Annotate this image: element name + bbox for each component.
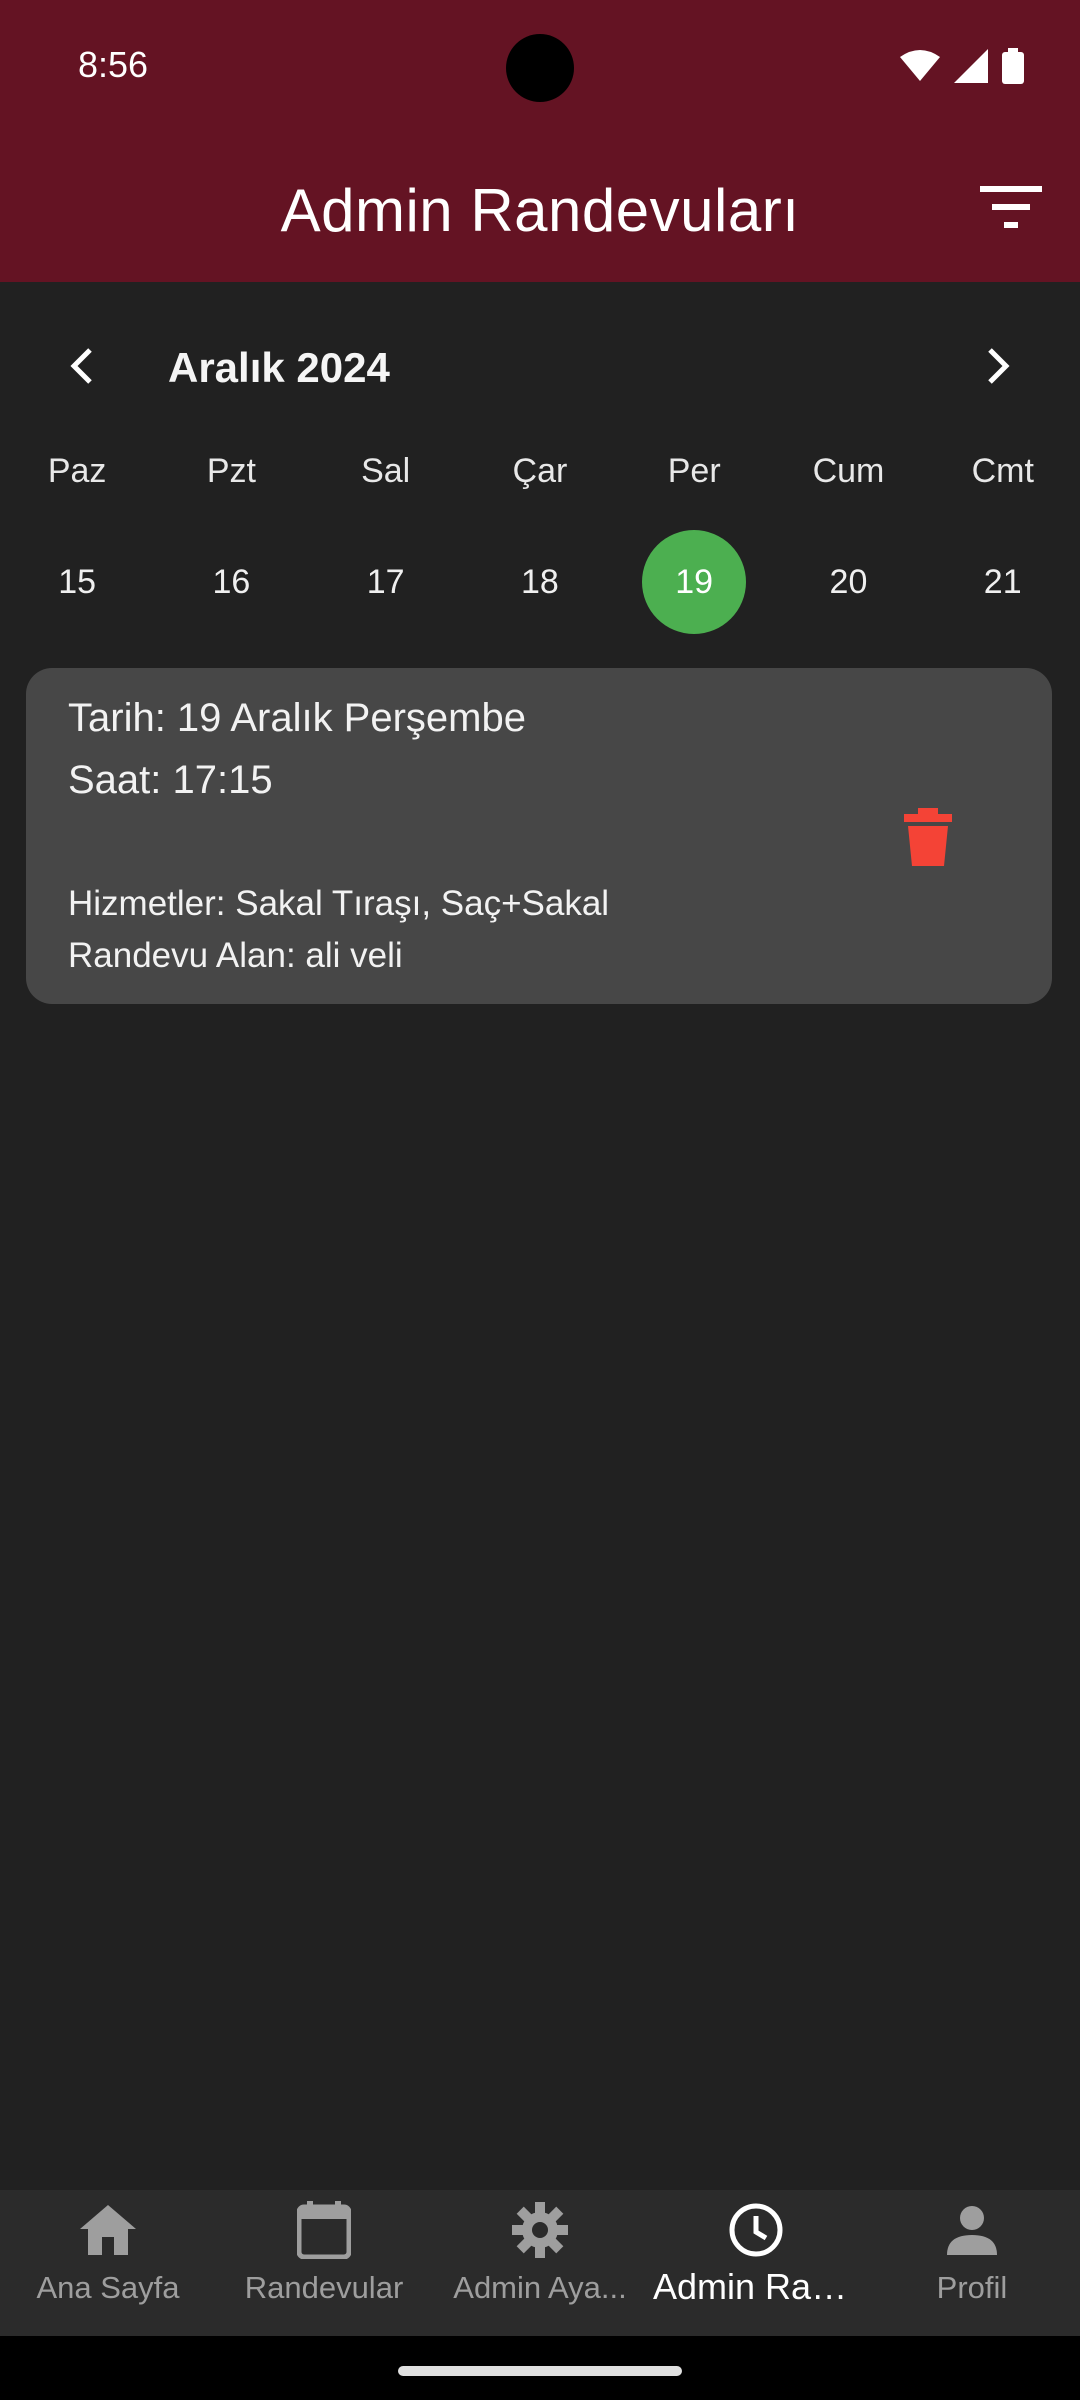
app-bar: 8:56 Admin Randevuları [0,0,1080,282]
calendar-icon [294,2200,354,2260]
appointment-services: Hizmetler: Sakal Tıraşı, Saç+Sakal [68,884,610,923]
status-icons [900,48,1024,84]
previous-month-button[interactable] [62,344,106,388]
nav-home[interactable]: Ana Sayfa [0,2190,216,2336]
nav-label: Profil [936,2270,1008,2305]
day-number[interactable]: 18 [488,530,592,634]
day-thursday[interactable]: Per 19 [617,452,771,634]
month-label: Aralık 2024 [168,344,390,391]
filter-button[interactable] [978,180,1044,234]
selected-day-number[interactable]: 19 [642,530,747,634]
appointment-time: Saat: 17:15 [68,758,273,802]
day-name: Sal [361,452,411,490]
delete-appointment-button[interactable] [904,808,952,866]
home-gesture-handle[interactable] [398,2366,682,2376]
day-saturday[interactable]: Cmt 21 [926,452,1080,634]
page-title: Admin Randevuları [280,177,800,244]
day-number[interactable]: 15 [25,530,129,634]
person-icon [942,2200,1002,2260]
day-sunday[interactable]: Paz 15 [0,452,154,634]
bottom-navigation: Ana Sayfa Randevular Admin Aya... Admin … [0,2190,1080,2336]
next-month-button[interactable] [974,344,1018,388]
nav-label: Randevular [244,2270,404,2305]
day-name: Çar [512,452,568,490]
day-name: Cum [812,452,885,490]
day-name: Per [667,452,721,490]
signal-icon [954,49,988,83]
nav-label: Admin Ran... [653,2266,859,2307]
day-number[interactable]: 20 [796,530,900,634]
appointment-customer: Randevu Alan: ali veli [68,936,403,975]
day-monday[interactable]: Pzt 16 [154,452,308,634]
day-name: Cmt [971,452,1034,490]
filter-icon [980,186,1042,228]
chevron-right-icon [988,348,1010,384]
month-navigation: Aralık 2024 [0,336,1080,396]
nav-admin-settings[interactable]: Admin Aya... [432,2190,648,2336]
status-time: 8:56 [78,44,149,85]
wifi-icon [900,50,940,81]
chevron-left-icon [70,348,92,384]
nav-admin-appointments[interactable]: Admin Ran... [648,2190,864,2336]
home-icon [78,2200,138,2260]
day-tuesday[interactable]: Sal 17 [309,452,463,634]
day-friday[interactable]: Cum 20 [771,452,925,634]
day-number[interactable]: 16 [179,530,283,634]
day-number[interactable]: 21 [951,530,1055,634]
trash-icon [904,808,952,866]
day-name: Pzt [206,452,256,490]
week-strip: Paz 15 Pzt 16 Sal 17 Çar 18 Per 19 Cum 2… [0,452,1080,634]
nav-profile[interactable]: Profil [864,2190,1080,2336]
nav-label: Admin Aya... [453,2270,627,2305]
appointment-date: Tarih: 19 Aralık Perşembe [68,696,526,740]
day-wednesday[interactable]: Çar 18 [463,452,617,634]
appointment-card: Tarih: 19 Aralık Perşembe Saat: 17:15 Hi… [26,668,1052,1004]
battery-icon [1002,48,1024,84]
nav-label: Ana Sayfa [36,2270,180,2305]
gear-icon [510,2200,570,2260]
clock-icon [726,2200,786,2260]
day-name: Paz [47,452,107,490]
nav-appointments[interactable]: Randevular [216,2190,432,2336]
day-number[interactable]: 17 [334,530,438,634]
camera-cutout [506,34,574,102]
